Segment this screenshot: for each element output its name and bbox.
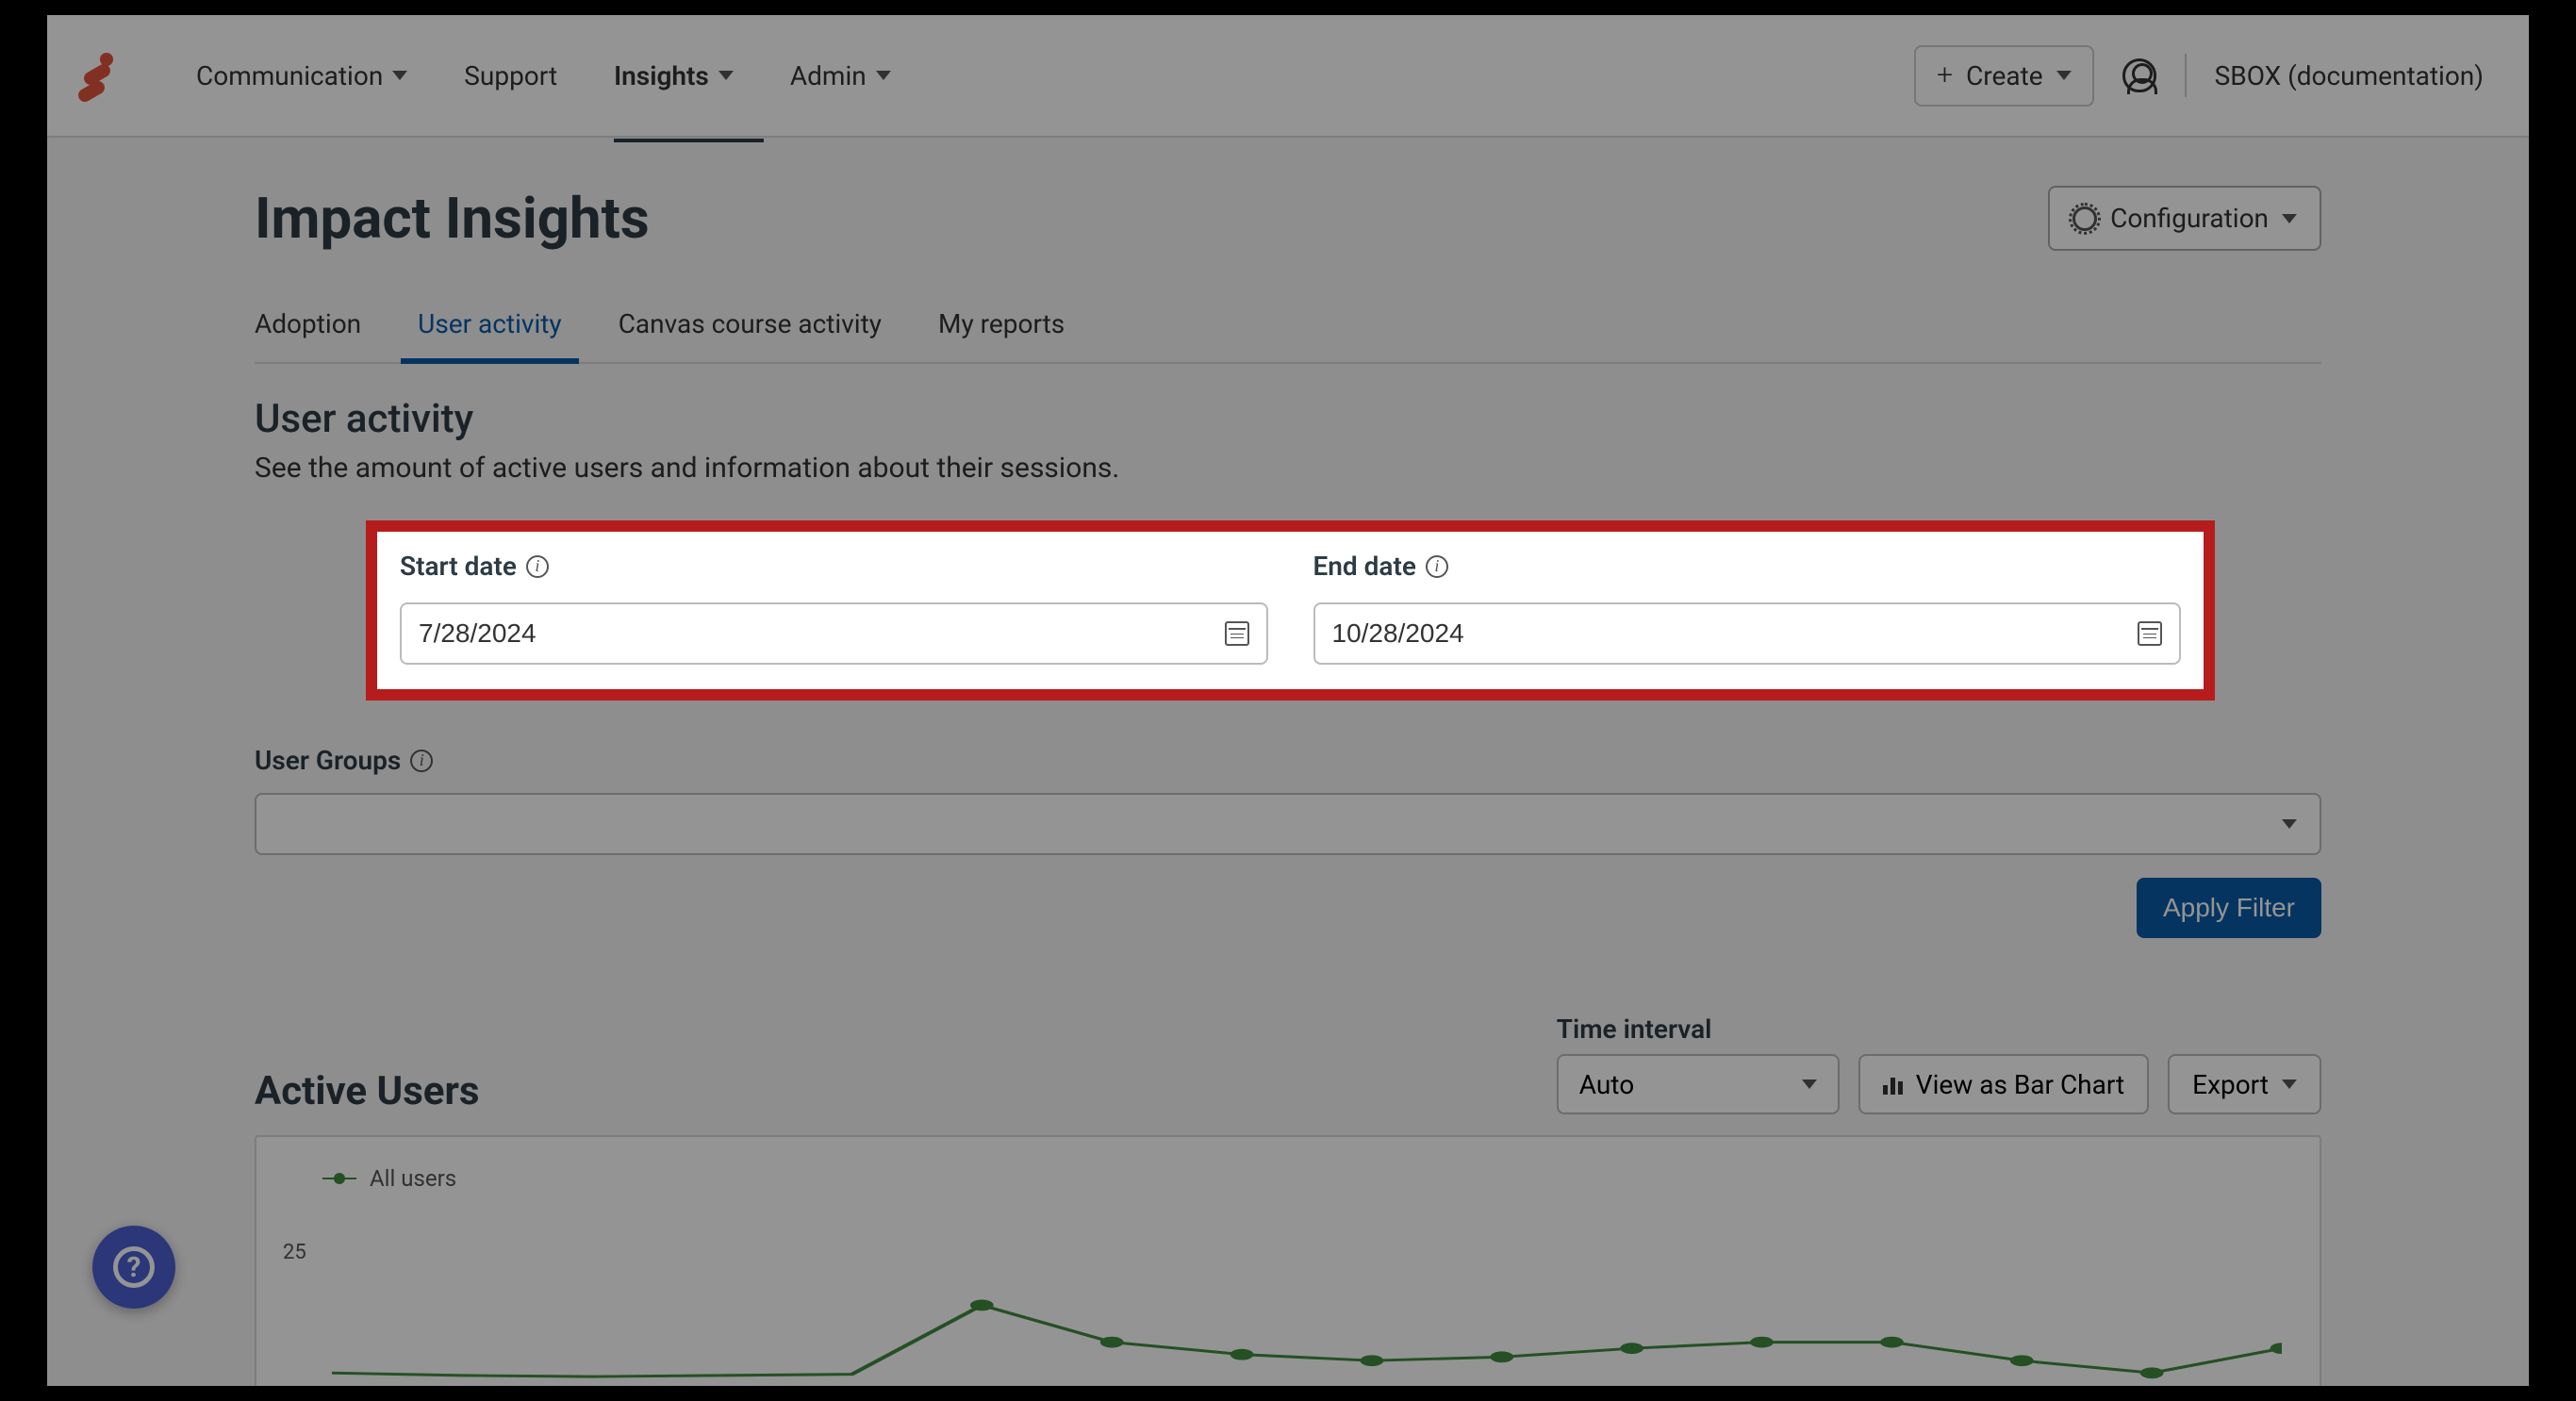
end-date-label: End datei: [1313, 551, 2182, 582]
chevron-down-icon: [718, 71, 734, 80]
active-users-title: Active Users: [255, 1068, 479, 1114]
chevron-down-icon: [2282, 214, 2297, 223]
nav-links: Communication Support Insights Admin: [196, 53, 1914, 99]
nav-insights[interactable]: Insights: [614, 53, 734, 99]
nav-admin[interactable]: Admin: [790, 53, 891, 99]
org-label[interactable]: SBOX (documentation): [2215, 60, 2484, 91]
chevron-down-icon: [2282, 819, 2297, 829]
end-date-field[interactable]: [1332, 618, 2138, 649]
chevron-down-icon: [392, 71, 407, 80]
calendar-icon[interactable]: [2138, 621, 2162, 646]
active-users-chart: All users 25 20: [255, 1135, 2321, 1386]
apply-filter-button[interactable]: Apply Filter: [2137, 878, 2321, 938]
chevron-down-icon: [876, 71, 891, 80]
user-icon[interactable]: [2122, 58, 2156, 92]
page-body: Impact Insights Configuration Adoption U…: [47, 138, 2529, 1386]
info-icon[interactable]: i: [1426, 555, 1448, 578]
end-date-input[interactable]: [1313, 602, 2182, 665]
date-filter-highlight: Start datei End datei: [366, 520, 2215, 700]
chevron-down-icon: [1802, 1080, 1817, 1089]
configuration-button[interactable]: Configuration: [2048, 186, 2321, 251]
help-fab[interactable]: ?: [92, 1226, 175, 1309]
start-date-label: Start datei: [400, 551, 1268, 582]
start-date-input[interactable]: [400, 602, 1268, 665]
y-axis-labels: 25 20: [283, 1241, 306, 1386]
user-groups-label: User Groupsi: [255, 745, 2321, 776]
user-groups-select[interactable]: [255, 793, 2321, 855]
nav-communication[interactable]: Communication: [196, 53, 407, 99]
section-title: User activity: [255, 396, 2321, 442]
tabs: Adoption User activity Canvas course act…: [255, 299, 2321, 364]
time-interval-label: Time interval: [1557, 1014, 1840, 1045]
tab-adoption[interactable]: Adoption: [255, 299, 361, 362]
chevron-down-icon: [2056, 71, 2072, 80]
info-icon[interactable]: i: [526, 555, 549, 578]
chart-legend: All users: [322, 1165, 2282, 1192]
brand-logo: [75, 53, 121, 98]
top-nav: Communication Support Insights Admin +Cr…: [47, 15, 2529, 138]
view-as-bar-chart-button[interactable]: View as Bar Chart: [1858, 1054, 2149, 1114]
nav-support[interactable]: Support: [464, 53, 557, 99]
time-interval-select[interactable]: Auto: [1557, 1054, 1840, 1114]
create-button[interactable]: +Create: [1914, 45, 2094, 107]
calendar-icon[interactable]: [1225, 621, 1249, 646]
start-date-field[interactable]: [419, 618, 1225, 649]
separator: [2185, 54, 2187, 97]
gear-icon: [2072, 206, 2097, 231]
export-button[interactable]: Export: [2168, 1054, 2321, 1114]
section-desc: See the amount of active users and infor…: [255, 452, 2321, 485]
tab-user-activity[interactable]: User activity: [418, 299, 562, 362]
legend-marker-icon: [322, 1178, 356, 1179]
info-icon[interactable]: i: [410, 750, 433, 772]
tab-my-reports[interactable]: My reports: [938, 299, 1065, 362]
question-icon: ?: [113, 1246, 155, 1288]
nav-right: +Create SBOX (documentation): [1914, 45, 2484, 107]
tab-canvas-course-activity[interactable]: Canvas course activity: [619, 299, 882, 362]
page-title: Impact Insights: [255, 185, 650, 252]
bar-chart-icon: [1883, 1074, 1903, 1095]
chevron-down-icon: [2282, 1080, 2297, 1089]
plus-icon: +: [1937, 61, 1953, 90]
chart-plot: [332, 1231, 2282, 1386]
